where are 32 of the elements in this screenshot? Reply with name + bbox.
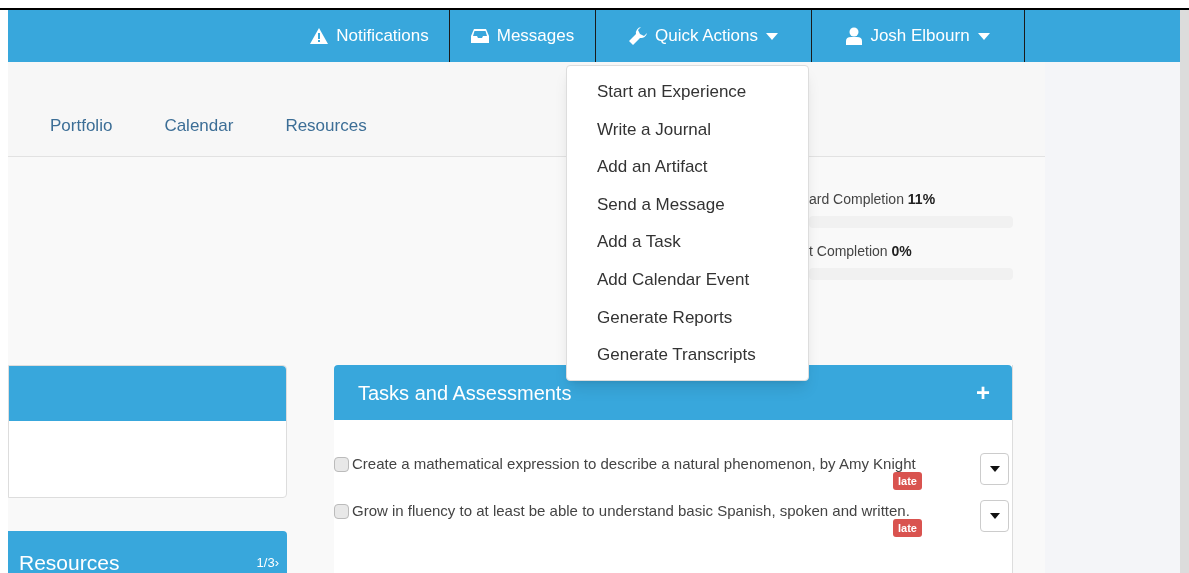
warning-icon (310, 28, 329, 44)
nav-link[interactable]: Resources (285, 112, 367, 138)
caret-icon (989, 466, 1000, 472)
completion-label: ard Completion 11% (809, 190, 937, 209)
scrollbar[interactable] (1180, 10, 1189, 573)
inbox-icon (470, 29, 489, 43)
late-badge: late (893, 472, 922, 490)
checkbox[interactable] (334, 504, 349, 519)
pager[interactable]: 1/3› (256, 553, 279, 573)
menu-item[interactable]: Write a Journal (567, 114, 808, 153)
dropdown-toggle[interactable] (980, 453, 1009, 485)
checkbox[interactable] (334, 457, 349, 472)
caret-icon (989, 513, 1000, 519)
wrench-icon (629, 27, 647, 45)
completion-label: t Completion 0% (809, 242, 913, 261)
menu-item[interactable]: Generate Transcripts (567, 340, 808, 378)
nav-link[interactable]: Portfolio (50, 112, 113, 138)
task-text: Create a mathematical expression to describe a natural phenomenon, by Amy Knight (352, 455, 916, 472)
menu-item[interactable]: Start an Experience (567, 77, 808, 115)
late-badge: late (893, 519, 922, 537)
menu-item[interactable]: Add Calendar Event (567, 264, 808, 303)
dropdown-toggle[interactable] (980, 500, 1009, 532)
menu-item[interactable]: Add a Task (567, 227, 808, 265)
task-text: Grow in fluency to at least be able to understand basic Spanish, spoken and written. (352, 502, 910, 519)
menu-item[interactable]: Add an Artifact (567, 152, 808, 190)
menu-item[interactable]: Generate Reports (567, 302, 808, 341)
add-button[interactable]: + (976, 380, 990, 405)
user-icon (846, 27, 863, 45)
menu-item[interactable]: Send a Message (567, 189, 808, 228)
panel-title: Resources (19, 550, 120, 573)
panel-title: Tasks and Assessments (358, 380, 572, 406)
nav-link[interactable]: Calendar (164, 112, 234, 138)
